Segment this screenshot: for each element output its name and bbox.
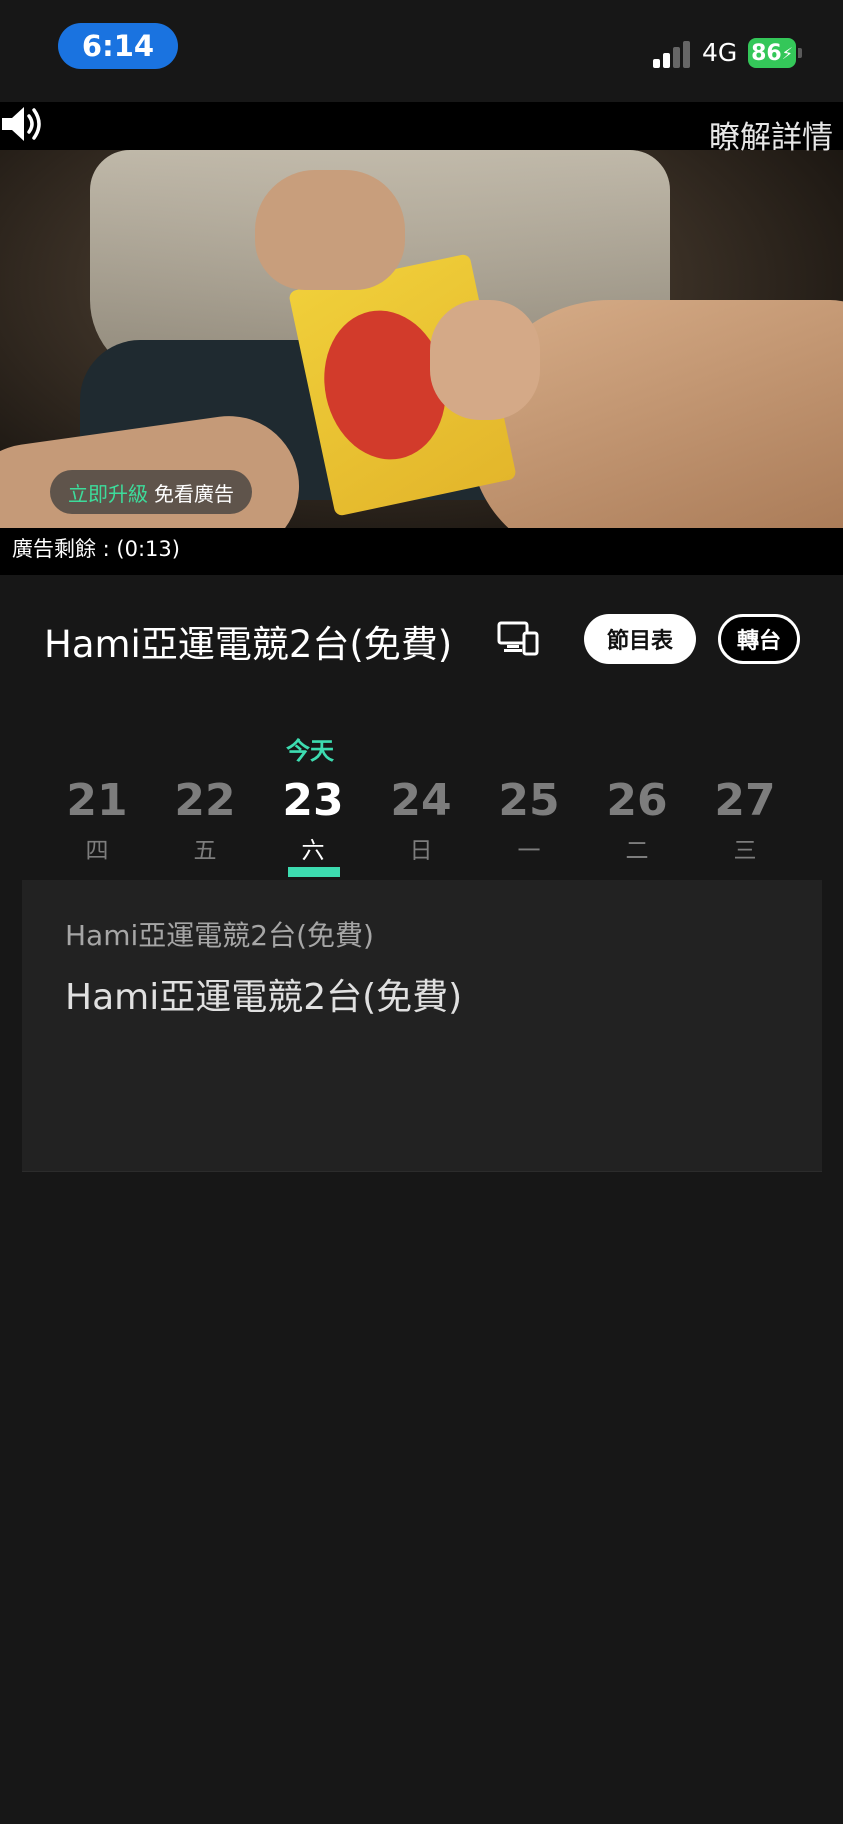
date-weekday: 四 bbox=[85, 838, 109, 864]
date-weekday: 日 bbox=[409, 838, 433, 864]
date-weekday: 二 bbox=[625, 838, 649, 864]
video-scene-hand-right bbox=[430, 300, 540, 420]
cast-device-icon[interactable] bbox=[497, 620, 539, 656]
date-number: 27 bbox=[714, 775, 776, 826]
program-channel-name: Hami亞運電競2台(免費) bbox=[65, 919, 374, 952]
battery-cap bbox=[798, 48, 802, 58]
date-number: 24 bbox=[390, 775, 452, 826]
learn-more-link[interactable]: 瞭解詳情 bbox=[709, 112, 833, 157]
volume-icon[interactable] bbox=[0, 104, 46, 144]
program-title: Hami亞運電競2台(免費) bbox=[65, 977, 463, 1018]
date-number: 25 bbox=[498, 775, 560, 826]
upgrade-button[interactable]: 立即升級 免看廣告 bbox=[50, 470, 252, 514]
date-item-24[interactable]: 24 日 bbox=[376, 773, 466, 865]
upgrade-highlight: 立即升級 bbox=[68, 481, 148, 506]
selected-date-indicator bbox=[288, 867, 340, 877]
status-time: 6:14 bbox=[58, 23, 178, 69]
date-item-26[interactable]: 26 二 bbox=[592, 773, 682, 865]
date-weekday: 三 bbox=[733, 838, 757, 864]
date-item-23[interactable]: 23 六 bbox=[268, 773, 358, 865]
ad-countdown: 廣告剩餘 : (0:13) bbox=[12, 537, 180, 561]
battery-icon: 86 ⚡ bbox=[748, 38, 796, 68]
date-weekday: 一 bbox=[517, 838, 541, 864]
date-item-27[interactable]: 27 三 bbox=[700, 773, 790, 865]
date-item-21[interactable]: 21 四 bbox=[52, 773, 142, 865]
video-scene-hand bbox=[255, 170, 405, 290]
date-number: 26 bbox=[606, 775, 668, 826]
signal-icon bbox=[653, 40, 691, 68]
date-number: 21 bbox=[66, 775, 128, 826]
battery-level: 86 bbox=[751, 40, 782, 66]
date-number: 22 bbox=[174, 775, 236, 826]
date-weekday: 六 bbox=[301, 838, 325, 864]
date-item-22[interactable]: 22 五 bbox=[160, 773, 250, 865]
date-item-25[interactable]: 25 一 bbox=[484, 773, 574, 865]
date-number: 23 bbox=[282, 775, 344, 826]
upgrade-text: 免看廣告 bbox=[154, 481, 234, 506]
status-bar: 6:14 4G 86 ⚡ bbox=[0, 0, 843, 102]
program-card[interactable]: Hami亞運電競2台(免費) Hami亞運電競2台(免費) bbox=[22, 880, 822, 1172]
schedule-button[interactable]: 節目表 bbox=[584, 614, 696, 664]
switch-channel-button[interactable]: 轉台 bbox=[718, 614, 800, 664]
date-weekday: 五 bbox=[193, 838, 217, 864]
channel-title: Hami亞運電競2台(免費) bbox=[44, 623, 453, 666]
network-type: 4G bbox=[702, 38, 738, 67]
today-label: 今天 bbox=[286, 737, 334, 765]
